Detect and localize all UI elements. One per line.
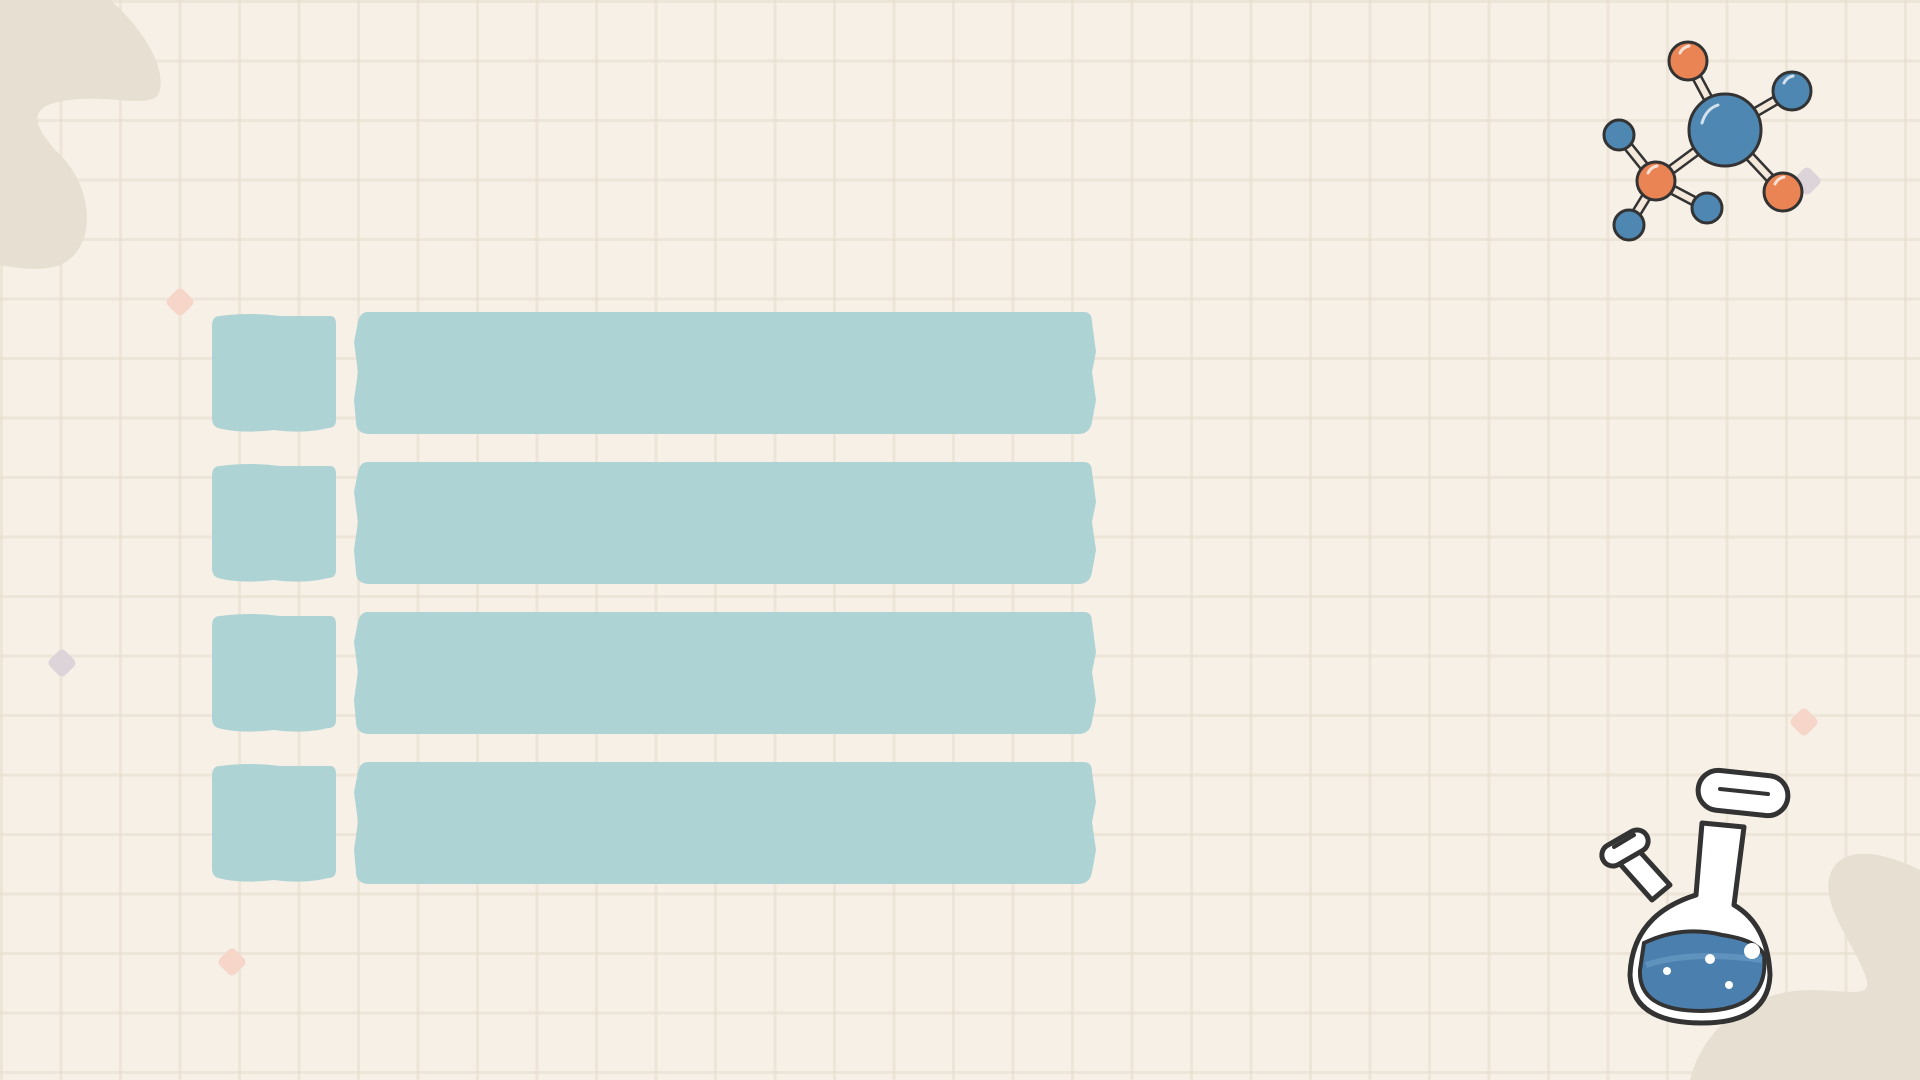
sparkle-decoration	[1788, 706, 1820, 738]
table-row	[210, 762, 1100, 884]
number-box	[210, 612, 338, 734]
flask-icon	[1599, 767, 1791, 1026]
number-box	[210, 312, 338, 434]
sparkle-decoration	[216, 946, 248, 978]
text-box	[354, 462, 1100, 584]
number-box	[210, 762, 338, 884]
sparkle-decoration	[46, 647, 78, 679]
sparkle-decoration	[164, 286, 196, 318]
molecule-icon	[1602, 40, 1813, 242]
text-box	[354, 612, 1100, 734]
table-row	[210, 462, 1100, 584]
table-row	[210, 312, 1100, 434]
table-row	[210, 612, 1100, 734]
text-box	[354, 762, 1100, 884]
slide-canvas	[0, 0, 1920, 1080]
text-box	[354, 312, 1100, 434]
background-blob-top-left	[0, 0, 161, 269]
number-box	[210, 462, 338, 584]
